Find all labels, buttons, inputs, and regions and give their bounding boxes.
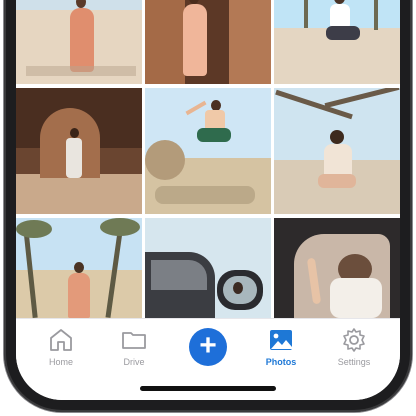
gear-icon [343,328,365,352]
tab-drive[interactable]: Drive [104,327,164,377]
photo-woman-car-window[interactable] [274,218,400,318]
tab-home-label: Home [48,357,73,367]
image-icon [270,330,292,350]
tab-home[interactable]: Home [31,327,91,377]
tab-photos-label: Photos [265,357,297,367]
photo-woman-walking-cave[interactable] [16,88,142,214]
photo-woman-joshua-trees[interactable] [16,218,142,318]
tab-photos[interactable]: Photos [251,327,311,377]
photo-woman-floral-dress-desert[interactable] [16,0,142,84]
home-icon [50,329,72,351]
photo-woman-tree-branches[interactable] [274,88,400,214]
add-button[interactable]: + [189,328,227,366]
tab-drive-label: Drive [123,357,145,367]
photo-woman-sitting-joshua-tree[interactable] [274,0,400,84]
folder-icon [122,332,146,349]
phone-screen: Home Drive + Photos Settings [16,0,400,400]
photo-woman-car-mirror[interactable] [145,218,271,318]
photo-woman-dress-canyon[interactable] [145,0,271,84]
home-indicator [140,386,276,391]
plus-icon: + [199,329,217,362]
photo-woman-jumping-desert[interactable] [145,88,271,214]
tab-settings[interactable]: Settings [324,327,384,377]
tab-settings-label: Settings [337,357,371,367]
